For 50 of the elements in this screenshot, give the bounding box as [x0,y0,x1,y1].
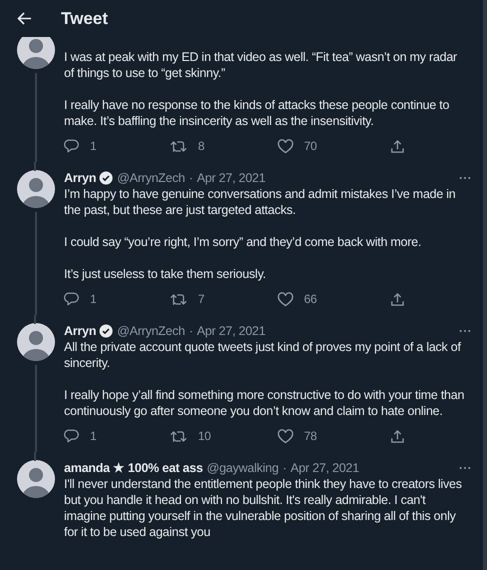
tweet-text: I could say “you’re right, I’m sorry” and they’d come back with more. [64,234,422,250]
tweet-text: I’m happy to have genuine conversations and admit mistakes I’ve made in the past, but these are just targeted attacks. [64,186,457,218]
like-icon[interactable] [277,138,294,154]
more-icon[interactable] [459,176,471,180]
reply-icon[interactable] [64,138,80,154]
like-count: 78 [304,428,317,444]
author-name[interactable]: amanda ★ 100% eat ass [64,460,203,476]
reply-icon[interactable] [64,428,80,444]
like-count: 66 [304,291,317,307]
avatar-icon[interactable] [17,37,55,69]
tweet-text: It’s just useless to take them seriously. [64,266,267,282]
author-handle[interactable]: @ArrynZech [117,170,185,186]
back-icon[interactable] [17,12,32,25]
share-icon[interactable] [390,292,405,306]
share-icon[interactable] [390,428,405,444]
author-name[interactable]: Arryn [64,170,96,186]
tweet-date[interactable]: Apr 27, 2021 [290,460,360,476]
like-count: 70 [304,138,317,154]
tweet-text: I'll never understand the entitlement people think they have to creators lives but you handle it head on with no bullshit. It's really admirable. I can't imagine putting yourself in the vulnerable position of sharing all of this only for it to be used against you [64,476,463,540]
tweet-date[interactable]: Apr 27, 2021 [196,170,266,186]
separator-dot: · [282,460,286,476]
reply-count: 1 [90,428,96,444]
retweet-count: 7 [198,291,204,307]
tweet-text: All the private account quote tweets just kind of proves my point of a lack of sincerity. [64,339,462,371]
avatar-icon[interactable] [17,323,55,361]
author-handle[interactable]: @gaywalking [206,460,279,476]
tweet-text: I really have no response to the kinds of attacks these people continue to make. It’s baffling the insincerity as well as the insensitivity. [64,97,450,129]
retweet-count: 10 [198,428,211,444]
reply-count: 1 [90,138,96,154]
separator-dot: · [188,170,193,186]
share-icon[interactable] [390,138,405,154]
reply-count: 1 [90,291,96,307]
retweet-icon[interactable] [170,428,188,444]
more-icon[interactable] [459,329,471,333]
like-icon[interactable] [277,428,294,444]
avatar-icon[interactable] [17,170,55,208]
reply-icon[interactable] [64,291,80,307]
more-icon[interactable] [459,466,471,470]
retweet-icon[interactable] [170,138,188,154]
tweet-text: I was at peak with my ED in that video as well. “Fit tea” wasn’t on my radar of things to use to “get skinny.” [64,49,458,81]
avatar-icon[interactable] [17,460,55,498]
separator-dot: · [188,323,193,339]
page-title: Tweet [61,8,108,30]
like-icon[interactable] [277,292,294,306]
retweet-count: 8 [198,138,204,154]
tweet-text: I really hope y’all find something more constructive to do with your time than continuously go after someone you don’t know and claim to hate online. [64,387,466,419]
tweet-date[interactable]: Apr 27, 2021 [196,323,266,339]
retweet-icon[interactable] [170,292,188,306]
author-name[interactable]: Arryn [64,323,96,339]
author-handle[interactable]: @ArrynZech [117,323,185,339]
